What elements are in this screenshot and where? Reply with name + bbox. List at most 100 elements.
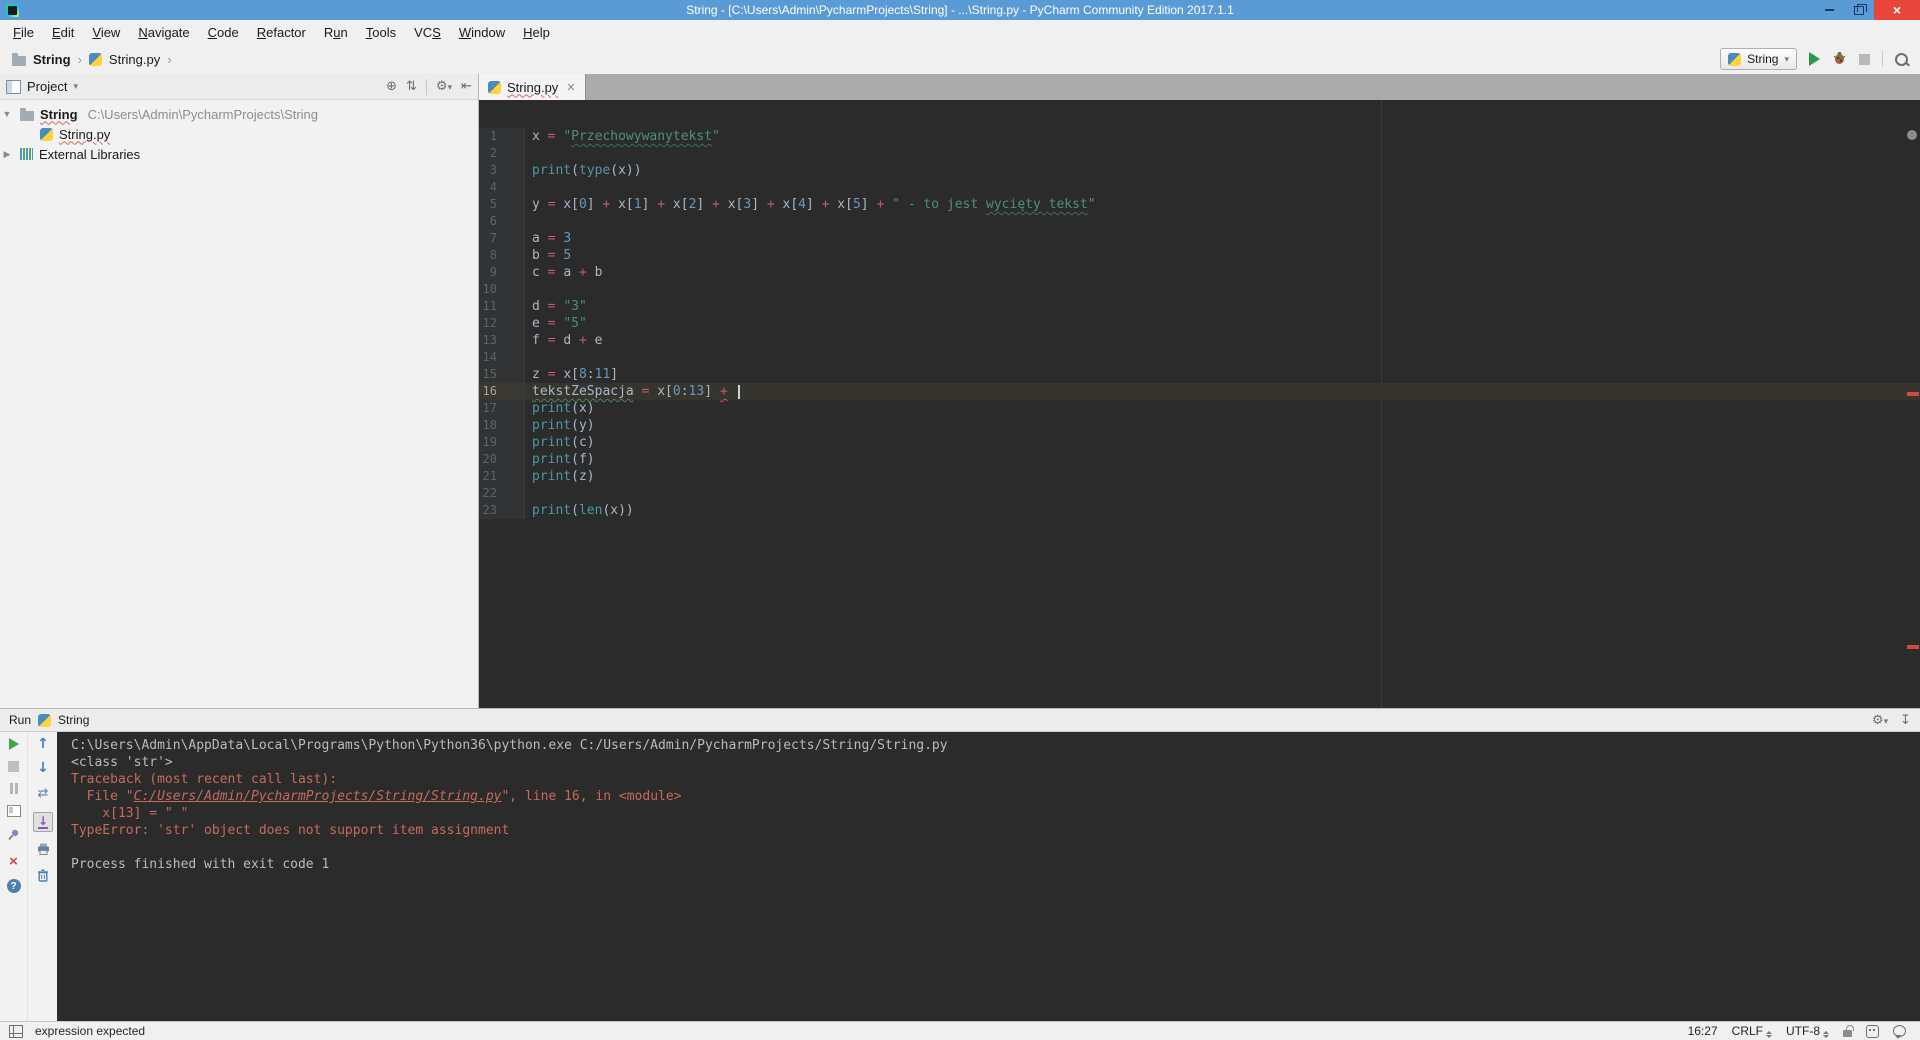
editor-body[interactable]: 1x = "Przechowywanytekst"23print(type(x)… (479, 100, 1920, 708)
stop-button[interactable] (1859, 54, 1870, 65)
error-stripe-mark[interactable] (1907, 392, 1919, 396)
project-view-icon (6, 80, 21, 94)
code-line-1: 1x = "Przechowywanytekst" (479, 128, 1920, 145)
event-balloon-icon[interactable] (1893, 1025, 1906, 1037)
chevron-updown-icon (1823, 1031, 1829, 1038)
collapse-all-icon[interactable]: ⇅ (406, 80, 417, 93)
code-line-6: 6 (479, 213, 1920, 230)
debug-button[interactable] (1832, 51, 1847, 68)
gear-icon[interactable]: ⚙▾ (1872, 714, 1888, 727)
menu-navigate[interactable]: Navigate (129, 25, 198, 40)
code-line-13: 13f = d + e (479, 332, 1920, 349)
external-libraries-icon (20, 148, 33, 160)
clear-console-button[interactable] (37, 869, 49, 885)
python-icon (38, 714, 51, 727)
rerun-button[interactable] (9, 738, 19, 750)
chevron-expanded-icon[interactable]: ▼ (0, 109, 14, 119)
menu-view[interactable]: View (83, 25, 129, 40)
minimize-button[interactable] (1814, 0, 1844, 20)
menu-tools[interactable]: Tools (357, 25, 405, 40)
menu-edit[interactable]: Edit (43, 25, 83, 40)
folder-icon (20, 111, 34, 121)
console-line: File "C:/Users/Admin/PycharmProjects/Str… (71, 788, 1920, 805)
code-line-8: 8b = 5 (479, 247, 1920, 264)
hide-panel-icon[interactable]: ⇤ (461, 80, 472, 93)
project-tree: ▼ String C:\Users\Admin\PycharmProjects\… (0, 100, 478, 164)
run-panel-header: Run String ⚙▾ ↧ (0, 709, 1920, 732)
soft-wrap-button[interactable]: ⇄ (38, 786, 49, 801)
run-toolbar: String ▾ (1720, 48, 1920, 70)
close-tab-button[interactable]: × (9, 855, 18, 868)
restore-button[interactable] (1844, 0, 1874, 20)
run-configuration-select[interactable]: String ▾ (1720, 48, 1797, 70)
code-line-16: 16tekstZeSpacja = x[0:13] + (479, 383, 1920, 400)
chevron-down-icon[interactable]: ▾ (73, 81, 78, 92)
code-line-22: 22 (479, 485, 1920, 502)
pause-output-button[interactable] (10, 783, 18, 794)
run-button[interactable] (1809, 52, 1820, 66)
console-line: Traceback (most recent call last): (71, 771, 1920, 788)
toolbar-separator (1882, 51, 1883, 67)
title-bar: String - [C:\Users\Admin\PycharmProjects… (0, 0, 1920, 20)
project-root-name: String (40, 107, 78, 122)
menu-file[interactable]: File (4, 25, 43, 40)
python-icon (488, 81, 501, 94)
hector-inspector-icon[interactable] (1866, 1025, 1879, 1038)
run-panel: Run String ⚙▾ ↧ × ? (0, 708, 1920, 1023)
tab-string-py[interactable]: String.py ✕ (479, 74, 586, 100)
printer-icon (37, 843, 50, 855)
stop-button[interactable] (8, 761, 19, 772)
breadcrumb-project[interactable]: String (33, 52, 71, 67)
close-button[interactable]: × (1874, 0, 1920, 20)
hide-panel-icon[interactable]: ↧ (1900, 714, 1911, 727)
print-button[interactable] (37, 843, 50, 858)
menu-refactor[interactable]: Refactor (248, 25, 315, 40)
up-stack-trace-button[interactable]: ↑ (37, 738, 49, 751)
run-panel-body: × ? ↑ ↓ ⇄ ↓ (0, 732, 1920, 1023)
menu-window[interactable]: Window (450, 25, 514, 40)
console-line: x[13] = " " (71, 805, 1920, 822)
encoding-select[interactable]: UTF-8 (1786, 1024, 1829, 1038)
search-everywhere-button[interactable] (1895, 53, 1908, 66)
editor-tab-bar: String.py ✕ (479, 74, 1920, 100)
tree-item-file[interactable]: String.py (0, 124, 478, 144)
tree-item-project-root[interactable]: ▼ String C:\Users\Admin\PycharmProjects\… (0, 104, 478, 124)
locate-icon[interactable]: ⊕ (386, 80, 397, 93)
code-line-10: 10 (479, 281, 1920, 298)
project-panel-title[interactable]: Project (27, 79, 67, 94)
scroll-to-end-icon: ↓ (38, 816, 48, 829)
tab-close-icon[interactable]: ✕ (566, 81, 575, 94)
external-libraries-label: External Libraries (39, 147, 140, 162)
python-icon (89, 53, 102, 66)
menu-help[interactable]: Help (514, 25, 559, 40)
lock-icon[interactable] (1843, 1030, 1852, 1037)
down-stack-trace-button[interactable]: ↓ (37, 762, 49, 775)
scroll-to-end-button[interactable]: ↓ (33, 812, 53, 832)
restore-layout-button[interactable] (7, 805, 21, 817)
inspections-widget-icon[interactable] (1907, 130, 1917, 140)
toolwindow-switcher-icon[interactable] (9, 1025, 23, 1038)
code-line-14: 14 (479, 349, 1920, 366)
gear-icon[interactable]: ⚙▾ (436, 80, 452, 93)
tree-file-name: String.py (59, 127, 110, 142)
pin-tab-button[interactable] (7, 828, 20, 844)
caret-position[interactable]: 16:27 (1688, 1024, 1718, 1038)
chevron-collapsed-icon[interactable]: ▶ (0, 149, 14, 160)
run-console[interactable]: C:\Users\Admin\AppData\Local\Programs\Py… (57, 732, 1920, 1023)
tree-item-external-libraries[interactable]: ▶ External Libraries (0, 144, 478, 164)
menu-run[interactable]: Run (315, 25, 357, 40)
code-area[interactable]: 1x = "Przechowywanytekst"23print(type(x)… (479, 100, 1920, 519)
code-line-9: 9c = a + b (479, 264, 1920, 281)
run-panel-title[interactable]: Run (9, 713, 31, 727)
breadcrumb-file[interactable]: String.py (109, 52, 160, 67)
menu-vcs[interactable]: VCS (405, 25, 450, 40)
run-session-tab[interactable]: String (58, 713, 89, 727)
line-separator-select[interactable]: CRLF (1732, 1024, 1772, 1038)
chevron-right-icon: › (78, 52, 82, 67)
error-stripe-mark[interactable] (1907, 645, 1919, 649)
menu-code[interactable]: Code (199, 25, 248, 40)
help-button[interactable]: ? (7, 879, 21, 893)
python-icon (40, 128, 53, 141)
minimize-icon (1825, 9, 1834, 11)
status-message: expression expected (35, 1024, 145, 1038)
